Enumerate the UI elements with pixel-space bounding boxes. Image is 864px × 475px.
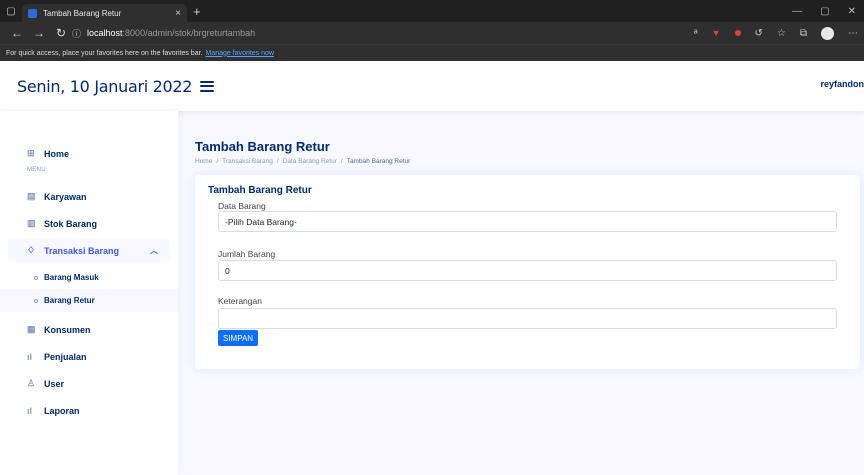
back-icon[interactable]: ←: [6, 26, 28, 40]
sidebar-item-label: Home: [44, 148, 70, 159]
sidebar-item-penjualan[interactable]: ıl Penjualan: [0, 345, 178, 368]
address-bar-row: ← → ↻ ⓘ localhost:8000/admin/stok/brgret…: [0, 22, 864, 44]
window-menu-icon[interactable]: ▢: [0, 0, 22, 22]
breadcrumb-separator: /: [276, 158, 279, 165]
new-tab-button[interactable]: +: [193, 4, 201, 19]
gem-icon: ♢: [27, 245, 36, 255]
breadcrumb-separator: /: [216, 158, 219, 165]
close-window-icon[interactable]: ✕: [848, 6, 856, 17]
minimize-icon[interactable]: —: [792, 6, 802, 17]
sidebar-item-label: Penjualan: [44, 351, 87, 362]
keterangan-input[interactable]: [218, 308, 837, 329]
tab-favicon-icon: [28, 8, 37, 18]
header-user[interactable]: reyfandon: [820, 79, 864, 89]
sidebar-item-label: Stok Barang: [44, 218, 98, 229]
forward-icon[interactable]: →: [28, 26, 50, 40]
sidebar-item-user[interactable]: ♙ User: [0, 372, 178, 395]
page-title: Tambah Barang Retur: [195, 139, 330, 154]
circle-icon: [34, 298, 38, 303]
sidebar-item-home[interactable]: ⊞ Home: [0, 142, 178, 165]
url-field[interactable]: ⓘ localhost:8000/admin/stok/brgreturtamb…: [72, 25, 694, 42]
favorites-icon[interactable]: ☆: [777, 28, 786, 39]
jumlah-barang-input[interactable]: 0: [218, 260, 837, 281]
sidebar-item-stok-barang[interactable]: ▥ Stok Barang: [0, 212, 178, 235]
favorites-bar: For quick access, place your favorites h…: [0, 44, 864, 61]
url-host: localhost: [87, 28, 123, 38]
layout-icon: ▥: [27, 218, 36, 228]
jumlah-barang-value: 0: [225, 265, 230, 276]
person-icon: ♙: [27, 378, 36, 388]
manage-favorites-link[interactable]: Manage favorites now: [206, 50, 274, 57]
card-title: Tambah Barang Retur: [208, 185, 312, 196]
sidebar-item-laporan[interactable]: ıl Laporan: [0, 399, 178, 422]
favorites-bar-text: For quick access, place your favorites h…: [6, 49, 203, 57]
breadcrumb: Home / Transaksi Barang / Data Barang Re…: [195, 158, 410, 165]
browser-tab-bar: ▢ Tambah Barang Retur × + — ▢ ✕: [0, 0, 864, 22]
window-controls: — ▢ ✕: [792, 6, 864, 17]
profile-avatar-icon[interactable]: [821, 26, 834, 40]
breadcrumb-separator: /: [340, 158, 343, 165]
url-path: :8000/admin/stok/brgreturtambah: [122, 28, 256, 38]
simpan-button[interactable]: SIMPAN: [218, 330, 259, 346]
sidebar-heading: MENU: [27, 167, 46, 173]
form-card: Tambah Barang Retur Data Barang -Pilih D…: [195, 175, 860, 369]
sidebar-item-label: Laporan: [44, 405, 80, 416]
menu-toggle-icon[interactable]: [200, 80, 215, 92]
collections-icon[interactable]: ⧉: [800, 28, 807, 39]
tab-title: Tambah Barang Retur: [43, 8, 122, 18]
sidebar: ⊞ Home MENU ▤ Karyawan ▥ Stok Barang ♢ T…: [0, 111, 178, 475]
chevron-up-icon: ︿: [150, 246, 158, 255]
sidebar-item-karyawan[interactable]: ▤ Karyawan: [0, 185, 178, 208]
jumlah-barang-label: Jumlah Barang: [218, 249, 276, 259]
breadcrumb-current: Tambah Barang Retur: [346, 158, 411, 165]
bar-chart-icon: ıl: [27, 351, 33, 362]
sidebar-subitem-barang-retur[interactable]: Barang Retur: [0, 289, 178, 312]
breadcrumb-transaksi-barang[interactable]: Transaksi Barang: [222, 158, 273, 165]
toolbar-icons: ᵃ ▼ ↺ ☆ ⧉ ⋯: [694, 26, 858, 40]
keterangan-label: Keterangan: [218, 296, 262, 306]
browser-tab[interactable]: Tambah Barang Retur ×: [22, 4, 187, 22]
header-date: Senin, 10 Januari 2022: [17, 76, 193, 96]
table-icon: ▦: [27, 324, 36, 334]
data-barang-selected-value: -Pilih Data Barang-: [225, 216, 297, 227]
bar-chart-icon: ıl: [27, 405, 33, 416]
refresh-extension-icon[interactable]: ↺: [755, 28, 763, 39]
site-info-icon[interactable]: ⓘ: [72, 27, 81, 40]
sidebar-subitem-label: Barang Masuk: [44, 273, 99, 282]
circle-icon: [34, 275, 38, 280]
maximize-icon[interactable]: ▢: [820, 6, 829, 17]
app-header: Senin, 10 Januari 2022 reyfandon: [0, 61, 864, 111]
extension-dot-icon[interactable]: [734, 30, 741, 36]
sidebar-item-label: Transaksi Barang: [44, 245, 120, 256]
sidebar-item-transaksi-barang[interactable]: ♢ Transaksi Barang ︿: [8, 239, 170, 262]
grid-icon: ⊞: [27, 148, 35, 158]
breadcrumb-home[interactable]: Home: [195, 158, 212, 165]
breadcrumb-data-barang-retur[interactable]: Data Barang Retur: [283, 158, 337, 165]
extension-icon[interactable]: ▼: [712, 28, 721, 38]
more-icon[interactable]: ⋯: [848, 28, 858, 39]
sidebar-item-konsumen[interactable]: ▦ Konsumen: [0, 318, 178, 341]
file-icon: ▤: [27, 191, 36, 201]
read-aloud-icon[interactable]: ᵃ: [694, 28, 698, 39]
sidebar-item-label: Konsumen: [44, 324, 91, 335]
data-barang-label: Data Barang: [218, 201, 266, 211]
refresh-icon[interactable]: ↻: [50, 26, 72, 40]
sidebar-item-label: User: [44, 378, 65, 389]
sidebar-subitem-barang-masuk[interactable]: Barang Masuk: [0, 266, 178, 289]
tab-close-icon[interactable]: ×: [175, 8, 181, 19]
sidebar-subitem-label: Barang Retur: [44, 296, 95, 305]
data-barang-select[interactable]: -Pilih Data Barang-: [218, 211, 837, 232]
sidebar-item-label: Karyawan: [44, 191, 87, 202]
